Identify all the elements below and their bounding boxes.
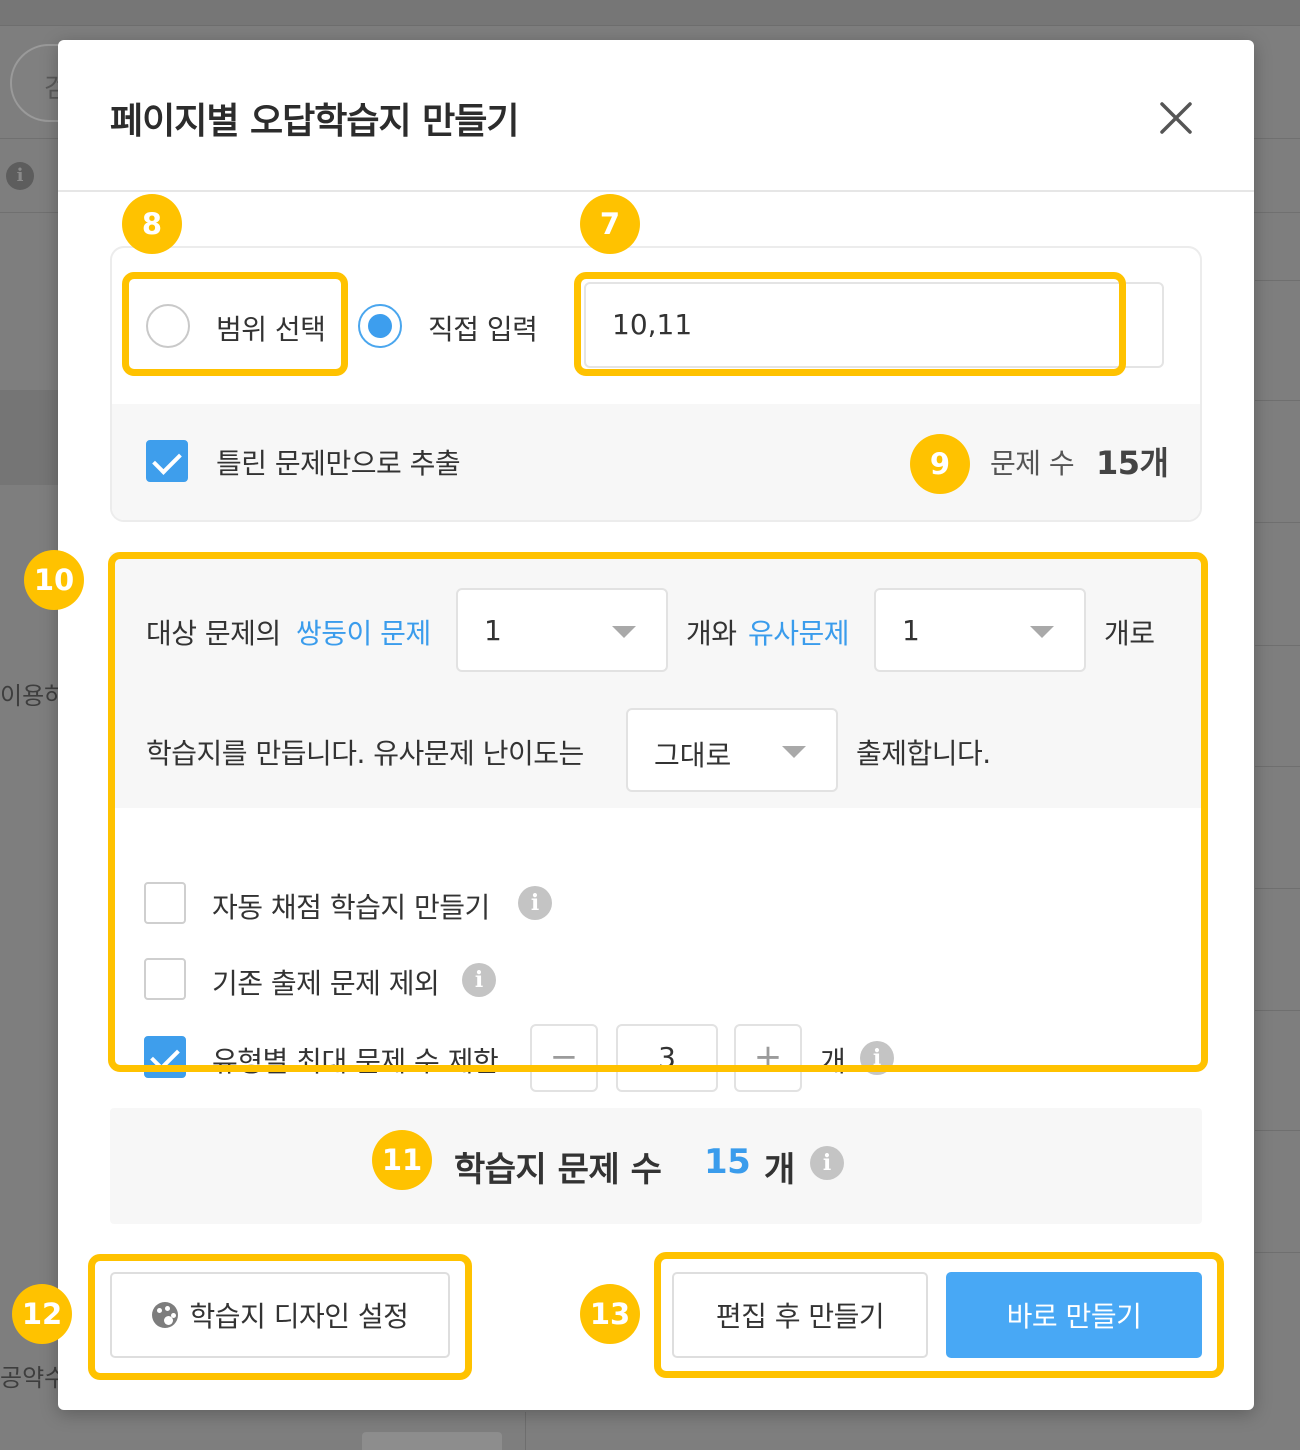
background-panel	[0, 390, 60, 485]
worksheet-dialog: 페이지별 오답학습지 만들기 범위 선택 직접 입력 10,11 틀린 문제만으…	[58, 40, 1254, 1410]
background-text: 이용하	[0, 682, 67, 710]
annotation-badge-11: 11	[372, 1130, 432, 1190]
background-divider	[1255, 888, 1300, 889]
suffix-1: 개로	[1104, 617, 1155, 650]
auto-grade-checkbox[interactable]	[144, 882, 186, 924]
annotation-badge-10: 10	[24, 550, 84, 610]
annotation-badge-8: 8	[122, 194, 182, 254]
limit-per-type-label: 유형별 최대 문제 수 제한	[212, 1045, 499, 1078]
wrong-only-label: 틀린 문제만으로 추출	[216, 447, 461, 480]
background-divider	[1255, 400, 1300, 401]
chevron-down-icon	[612, 626, 636, 638]
page-number-input[interactable]: 10,11	[584, 282, 1164, 368]
background-divider	[1255, 766, 1300, 767]
create-now-button[interactable]: 바로 만들기	[946, 1272, 1202, 1358]
summary-unit: 개	[764, 1150, 795, 1190]
similar-count-select[interactable]: 1	[874, 588, 1086, 672]
suffix-2: 출제합니다.	[856, 737, 991, 770]
info-icon[interactable]: i	[810, 1146, 844, 1180]
info-icon[interactable]: i	[860, 1041, 894, 1075]
range-card-footer: 틀린 문제만으로 추출 문제 수 15개	[112, 404, 1200, 520]
background-divider	[1255, 522, 1300, 523]
annotation-badge-7: 7	[580, 194, 640, 254]
question-count-label: 문제 수	[990, 447, 1075, 480]
annotation-badge-12: 12	[12, 1284, 72, 1344]
radio-direct-input[interactable]	[358, 304, 402, 348]
options-panel: 대상 문제의 쌍둥이 문제 1 개와 유사문제 1 개로 학습지를 만듭니다. …	[110, 552, 1202, 1092]
range-card: 범위 선택 직접 입력 10,11 틀린 문제만으로 추출 문제 수 15개	[110, 246, 1202, 522]
sentence-prefix: 대상 문제의	[146, 617, 281, 650]
chevron-down-icon	[782, 746, 806, 758]
palette-icon	[151, 1302, 178, 1328]
background-divider	[1255, 1252, 1300, 1253]
difficulty-value: 그대로	[654, 739, 732, 772]
annotation-badge-9: 9	[910, 434, 970, 494]
exclude-previous-checkbox[interactable]	[144, 958, 186, 1000]
dialog-title: 페이지별 오답학습지 만들기	[110, 101, 520, 142]
info-icon[interactable]: i	[518, 886, 552, 920]
twin-count-select[interactable]: 1	[456, 588, 668, 672]
info-icon[interactable]: i	[462, 963, 496, 997]
background-divider	[1255, 280, 1300, 281]
dialog-header: 페이지별 오답학습지 만들기	[58, 40, 1254, 192]
annotation-badge-13: 13	[580, 1284, 640, 1344]
sentence-2: 학습지를 만듭니다. 유사문제 난이도는	[146, 737, 584, 770]
and-text: 개와	[686, 617, 737, 650]
similar-problem-link[interactable]: 유사문제	[748, 612, 850, 652]
background-topbar	[0, 0, 1300, 26]
design-settings-button[interactable]: 학습지 디자인 설정	[110, 1272, 450, 1358]
decrement-button[interactable]: −	[530, 1024, 598, 1092]
summary-value: 15	[704, 1142, 751, 1182]
increment-button[interactable]: +	[734, 1024, 802, 1092]
twin-problem-link[interactable]: 쌍둥이 문제	[296, 612, 431, 652]
background-divider	[525, 1412, 526, 1450]
wrong-only-checkbox[interactable]	[146, 440, 188, 482]
design-settings-label: 학습지 디자인 설정	[189, 1300, 409, 1333]
radio-range-select-label: 범위 선택	[216, 313, 326, 346]
similar-count-value: 1	[902, 614, 920, 647]
radio-direct-input-label: 직접 입력	[428, 313, 538, 346]
chevron-down-icon	[1030, 626, 1054, 638]
edit-then-create-button[interactable]: 편집 후 만들기	[672, 1272, 928, 1358]
background-button	[362, 1432, 502, 1450]
summary-label: 학습지 문제 수	[454, 1150, 662, 1190]
background-text: 공약수	[0, 1364, 67, 1392]
radio-range-select[interactable]	[146, 304, 190, 348]
worksheet-summary: 학습지 문제 수 15 개 i	[110, 1108, 1202, 1224]
background-divider	[1255, 1130, 1300, 1131]
background-divider	[1255, 1010, 1300, 1011]
question-count-value: 15개	[1096, 444, 1169, 482]
background-info-icon: i	[6, 162, 34, 190]
twin-count-value: 1	[484, 614, 502, 647]
limit-count-input[interactable]: 3	[616, 1024, 718, 1092]
difficulty-select[interactable]: 그대로	[626, 708, 838, 792]
exclude-previous-label: 기존 출제 문제 제외	[212, 967, 440, 1000]
limit-unit: 개	[820, 1045, 846, 1078]
auto-grade-label: 자동 채점 학습지 만들기	[212, 891, 490, 924]
background-divider	[1255, 645, 1300, 646]
limit-per-type-checkbox[interactable]	[144, 1036, 186, 1078]
close-icon[interactable]	[1154, 96, 1198, 140]
